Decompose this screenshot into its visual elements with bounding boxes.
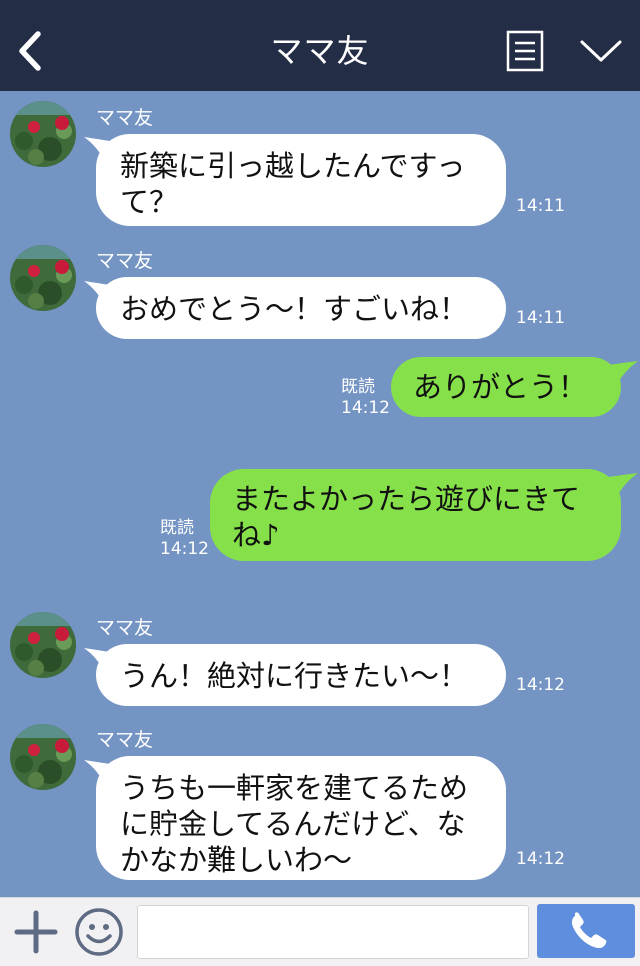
chat-title: ママ友 [270,32,370,70]
message-time: 14:12 [160,539,209,559]
plus-icon [14,910,58,954]
message-line: ね♪ [232,518,280,552]
message-bubble-outgoing[interactable]: またよかったら遊びにきて ね♪ [210,469,621,561]
input-bar [0,897,640,966]
message-line: うん！絶対に行きたい〜！ [120,659,469,693]
message-line: おめでとう〜！すごいね！ [120,292,469,326]
sender-name: ママ友 [96,250,154,272]
message-line: て？ [120,185,179,219]
flower-avatar-icon [10,101,76,167]
add-button[interactable] [14,910,58,954]
dropdown-button[interactable] [578,34,624,68]
sender-name: ママ友 [96,617,154,639]
chevron-down-icon [580,40,622,62]
avatar[interactable] [10,101,76,167]
flower-avatar-icon [10,612,76,678]
message-time: 14:12 [516,849,565,869]
message-line: 新築に引っ越したんですっ [120,149,466,183]
call-button[interactable] [537,904,635,958]
message-time: 14:11 [516,308,565,328]
message-line: うちも一軒家を建てるため [120,771,469,805]
message-input[interactable] [137,905,529,959]
emoji-button[interactable] [74,907,124,957]
read-status: 既読 14:12 [160,518,209,560]
message-line: ありがとう！ [413,370,588,404]
message-time: 14:11 [516,196,565,216]
message-line: に貯金してるんだけど、な [120,807,466,841]
message-bubble-incoming[interactable]: うちも一軒家を建てるため に貯金してるんだけど、な かなか難しいわ〜 [96,756,506,880]
phone-icon [571,912,607,949]
message-line: またよかったら遊びにきて [232,482,581,516]
read-label: 既読 [160,518,194,538]
menu-button[interactable] [506,30,544,72]
avatar[interactable] [10,245,76,311]
flower-avatar-icon [10,245,76,311]
chat-header: ママ友 [0,0,640,91]
menu-list-icon [506,30,544,72]
chat-area[interactable]: ママ友 新築に引っ越したんですっ て？ 14:11 ママ友 おめでとう〜！すごい… [0,91,640,897]
smiley-icon [75,908,123,956]
sender-name: ママ友 [96,107,154,129]
message-time: 14:12 [341,398,390,418]
read-status: 既読 14:12 [341,377,390,419]
message-bubble-incoming[interactable]: うん！絶対に行きたい〜！ [96,644,506,706]
message-time: 14:12 [516,675,565,695]
flower-avatar-icon [10,724,76,790]
sender-name: ママ友 [96,729,154,751]
message-bubble-outgoing[interactable]: ありがとう！ [391,357,621,417]
message-bubble-incoming[interactable]: おめでとう〜！すごいね！ [96,277,506,339]
message-bubble-incoming[interactable]: 新築に引っ越したんですっ て？ [96,134,506,226]
read-label: 既読 [341,377,375,397]
avatar[interactable] [10,724,76,790]
avatar[interactable] [10,612,76,678]
message-line: かなか難しいわ〜 [120,843,353,877]
